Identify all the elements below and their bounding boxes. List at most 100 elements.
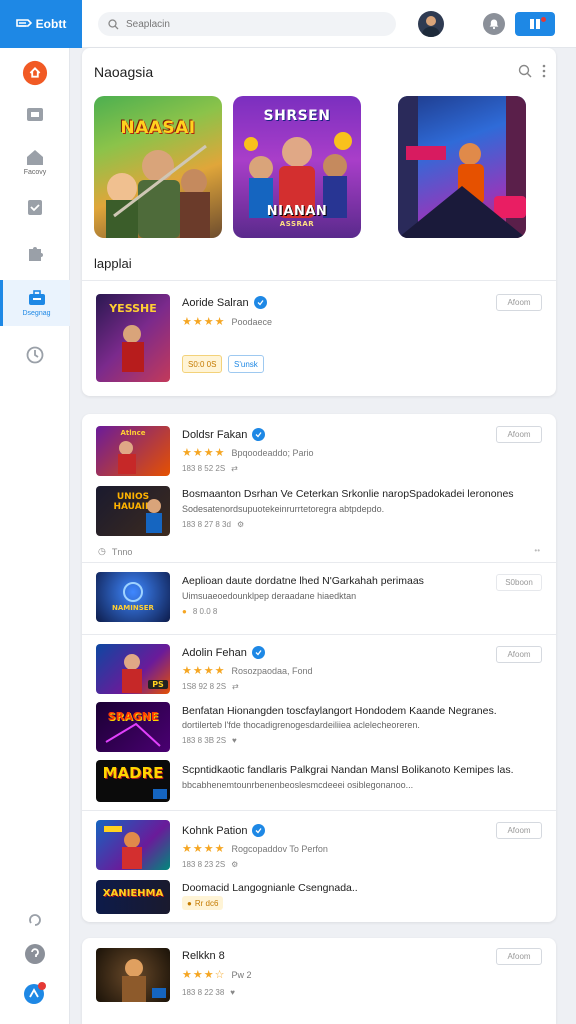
- app-meta: ● 8 0.0 8: [182, 607, 218, 616]
- rating-stars-icon: ★★★★: [182, 447, 226, 459]
- app-thumbnail[interactable]: SRAGNE: [96, 702, 170, 752]
- app-name[interactable]: Relkkn 8: [182, 950, 225, 962]
- coin-icon: ●: [187, 898, 192, 908]
- grid-icon: [530, 19, 540, 29]
- collapse-toggle[interactable]: ◷ Tnno: [98, 546, 132, 557]
- featured-game-3[interactable]: [398, 96, 526, 238]
- app-thumbnail[interactable]: [96, 948, 170, 1002]
- app-thumbnail[interactable]: Atlnce: [96, 426, 170, 476]
- app-summary: Sodesatenordsupuotekeinrurrtetoregra abt…: [182, 504, 385, 514]
- notifications-button[interactable]: [483, 13, 505, 35]
- app-thumbnail[interactable]: MADRE: [96, 760, 170, 802]
- verified-icon: [252, 824, 266, 837]
- sidebar: Facovy Dsegnag: [0, 48, 70, 1024]
- sidebar-item-stats[interactable]: [0, 346, 70, 367]
- latest-title: lapplai: [94, 256, 132, 271]
- app-description: Doomacid Langognianle Csengnada..: [182, 882, 358, 894]
- app-rating: ★★★★ Rogcopaddov To Perfon: [182, 843, 328, 855]
- open-button[interactable]: Afoom: [496, 426, 542, 443]
- sidebar-item-home[interactable]: [0, 60, 70, 89]
- app-thumbnail[interactable]: [96, 820, 170, 870]
- open-button[interactable]: Afoom: [496, 948, 542, 965]
- featured-card: Naoagsia NAASAI SHRSEN NIANAN ASSRAR lap…: [82, 48, 556, 396]
- app-rating: ★★★★ Rosozpaodaa, Fond: [182, 665, 313, 677]
- app-art: [118, 441, 136, 474]
- app-list-card: Atlnce Doldsr Fakan ★★★★ Bpqoodeaddo; Pa…: [82, 414, 556, 922]
- open-button[interactable]: Afoom: [496, 294, 542, 311]
- messages-button[interactable]: [515, 12, 555, 36]
- featured-actions: [518, 64, 546, 78]
- sidebar-item-refresh[interactable]: [0, 910, 70, 928]
- app-logo[interactable]: Eobtt: [0, 0, 82, 48]
- thumb-title: MADRE: [102, 764, 164, 782]
- game-art: [398, 96, 526, 238]
- divider: [82, 280, 556, 281]
- app-thumbnail[interactable]: XANIEHMA: [96, 880, 170, 914]
- app-art: [123, 582, 143, 602]
- search-input[interactable]: Seaplacin: [98, 12, 396, 36]
- loading-icon: [29, 914, 41, 926]
- search-placeholder: Seaplacin: [126, 18, 170, 30]
- featured-game-2[interactable]: SHRSEN NIANAN ASSRAR: [233, 96, 361, 238]
- checklist-icon: [28, 200, 42, 215]
- help-icon: [25, 944, 45, 964]
- app-description: Benfatan Hionangden toscfaylangort Hondo…: [182, 705, 497, 717]
- app-thumbnail[interactable]: UNIOS HAUAIN: [96, 486, 170, 536]
- more-vertical-icon[interactable]: [542, 64, 546, 78]
- rating-stars-icon: ★★★★: [182, 316, 226, 328]
- divider: [82, 634, 556, 635]
- divider: [82, 810, 556, 811]
- sidebar-item-help[interactable]: [0, 943, 70, 965]
- thumb-badge: PS: [148, 680, 168, 689]
- app-meta: 183 8 23 2S ⚙: [182, 860, 239, 869]
- rating-icon: ●: [182, 607, 187, 616]
- app-meta: 183 8 22 38 ♥: [182, 988, 236, 997]
- logo-icon: [15, 19, 32, 27]
- featured-game-1[interactable]: NAASAI: [94, 96, 222, 238]
- sidebar-item-account[interactable]: [0, 981, 70, 1005]
- app-thumbnail[interactable]: PS: [96, 644, 170, 694]
- open-button[interactable]: Afoom: [496, 822, 542, 839]
- app-name[interactable]: Adolin Fehan: [182, 646, 265, 659]
- sidebar-item-files[interactable]: [0, 105, 70, 126]
- more-icon[interactable]: ••: [534, 546, 540, 555]
- sidebar-item-tasks[interactable]: [0, 198, 70, 219]
- app-name[interactable]: Kohnk Pation: [182, 824, 266, 837]
- home-icon: [22, 60, 48, 86]
- tag-chip[interactable]: S'unsk: [228, 355, 264, 373]
- app-art: [146, 499, 162, 533]
- sidebar-item-favorites[interactable]: Facovy: [0, 148, 70, 176]
- app-thumbnail[interactable]: YESSHE: [96, 294, 170, 382]
- price-chip: S0:0 0S: [182, 355, 223, 373]
- app-art: [105, 722, 161, 747]
- app-meta: 183 8 3B 2S ♥: [182, 736, 237, 745]
- house-icon: [27, 150, 43, 165]
- game-title: NAASAI: [120, 118, 196, 138]
- app-description: Scpntidkaotic fandlaris Palkgrai Nandan …: [182, 764, 514, 776]
- user-avatar[interactable]: [418, 11, 444, 37]
- clock-icon: [26, 346, 44, 364]
- footer-card: Relkkn 8 ★★★☆ Pw 2 183 8 22 38 ♥ Afoom: [82, 938, 556, 1024]
- search-icon[interactable]: [518, 64, 532, 78]
- open-button[interactable]: S0boon: [496, 574, 542, 591]
- rating-stars-icon: ★★★★: [182, 665, 226, 677]
- app-description: Bosmaanton Dsrhan Ve Ceterkan Srkonlie n…: [182, 488, 514, 500]
- app-meta: 183 8 52 2S ⇄: [182, 464, 238, 473]
- app-thumbnail[interactable]: NAMINSER: [96, 572, 170, 622]
- rating-stars-icon: ★★★☆: [182, 969, 226, 981]
- game-title: SHRSEN: [263, 108, 331, 124]
- sidebar-item-settings[interactable]: [0, 244, 70, 265]
- share-icon: ⇄: [231, 464, 238, 473]
- open-button[interactable]: Afoom: [496, 646, 542, 663]
- app-meta: 183 8 27 8 3d ⚙: [182, 520, 245, 529]
- sidebar-item-design[interactable]: Dsegnag: [0, 280, 70, 326]
- settings-icon: ⚙: [231, 860, 239, 869]
- app-name[interactable]: Doldsr Fakan: [182, 428, 266, 441]
- search-icon: [108, 18, 119, 29]
- folder-icon: [27, 108, 43, 121]
- share-icon: ⇄: [232, 682, 239, 691]
- top-bar: Eobtt Seaplacin: [0, 0, 576, 48]
- rating-stars-icon: ★★★★: [182, 843, 226, 855]
- verified-icon: [253, 296, 267, 309]
- app-name[interactable]: Aoride Salran: [182, 296, 267, 309]
